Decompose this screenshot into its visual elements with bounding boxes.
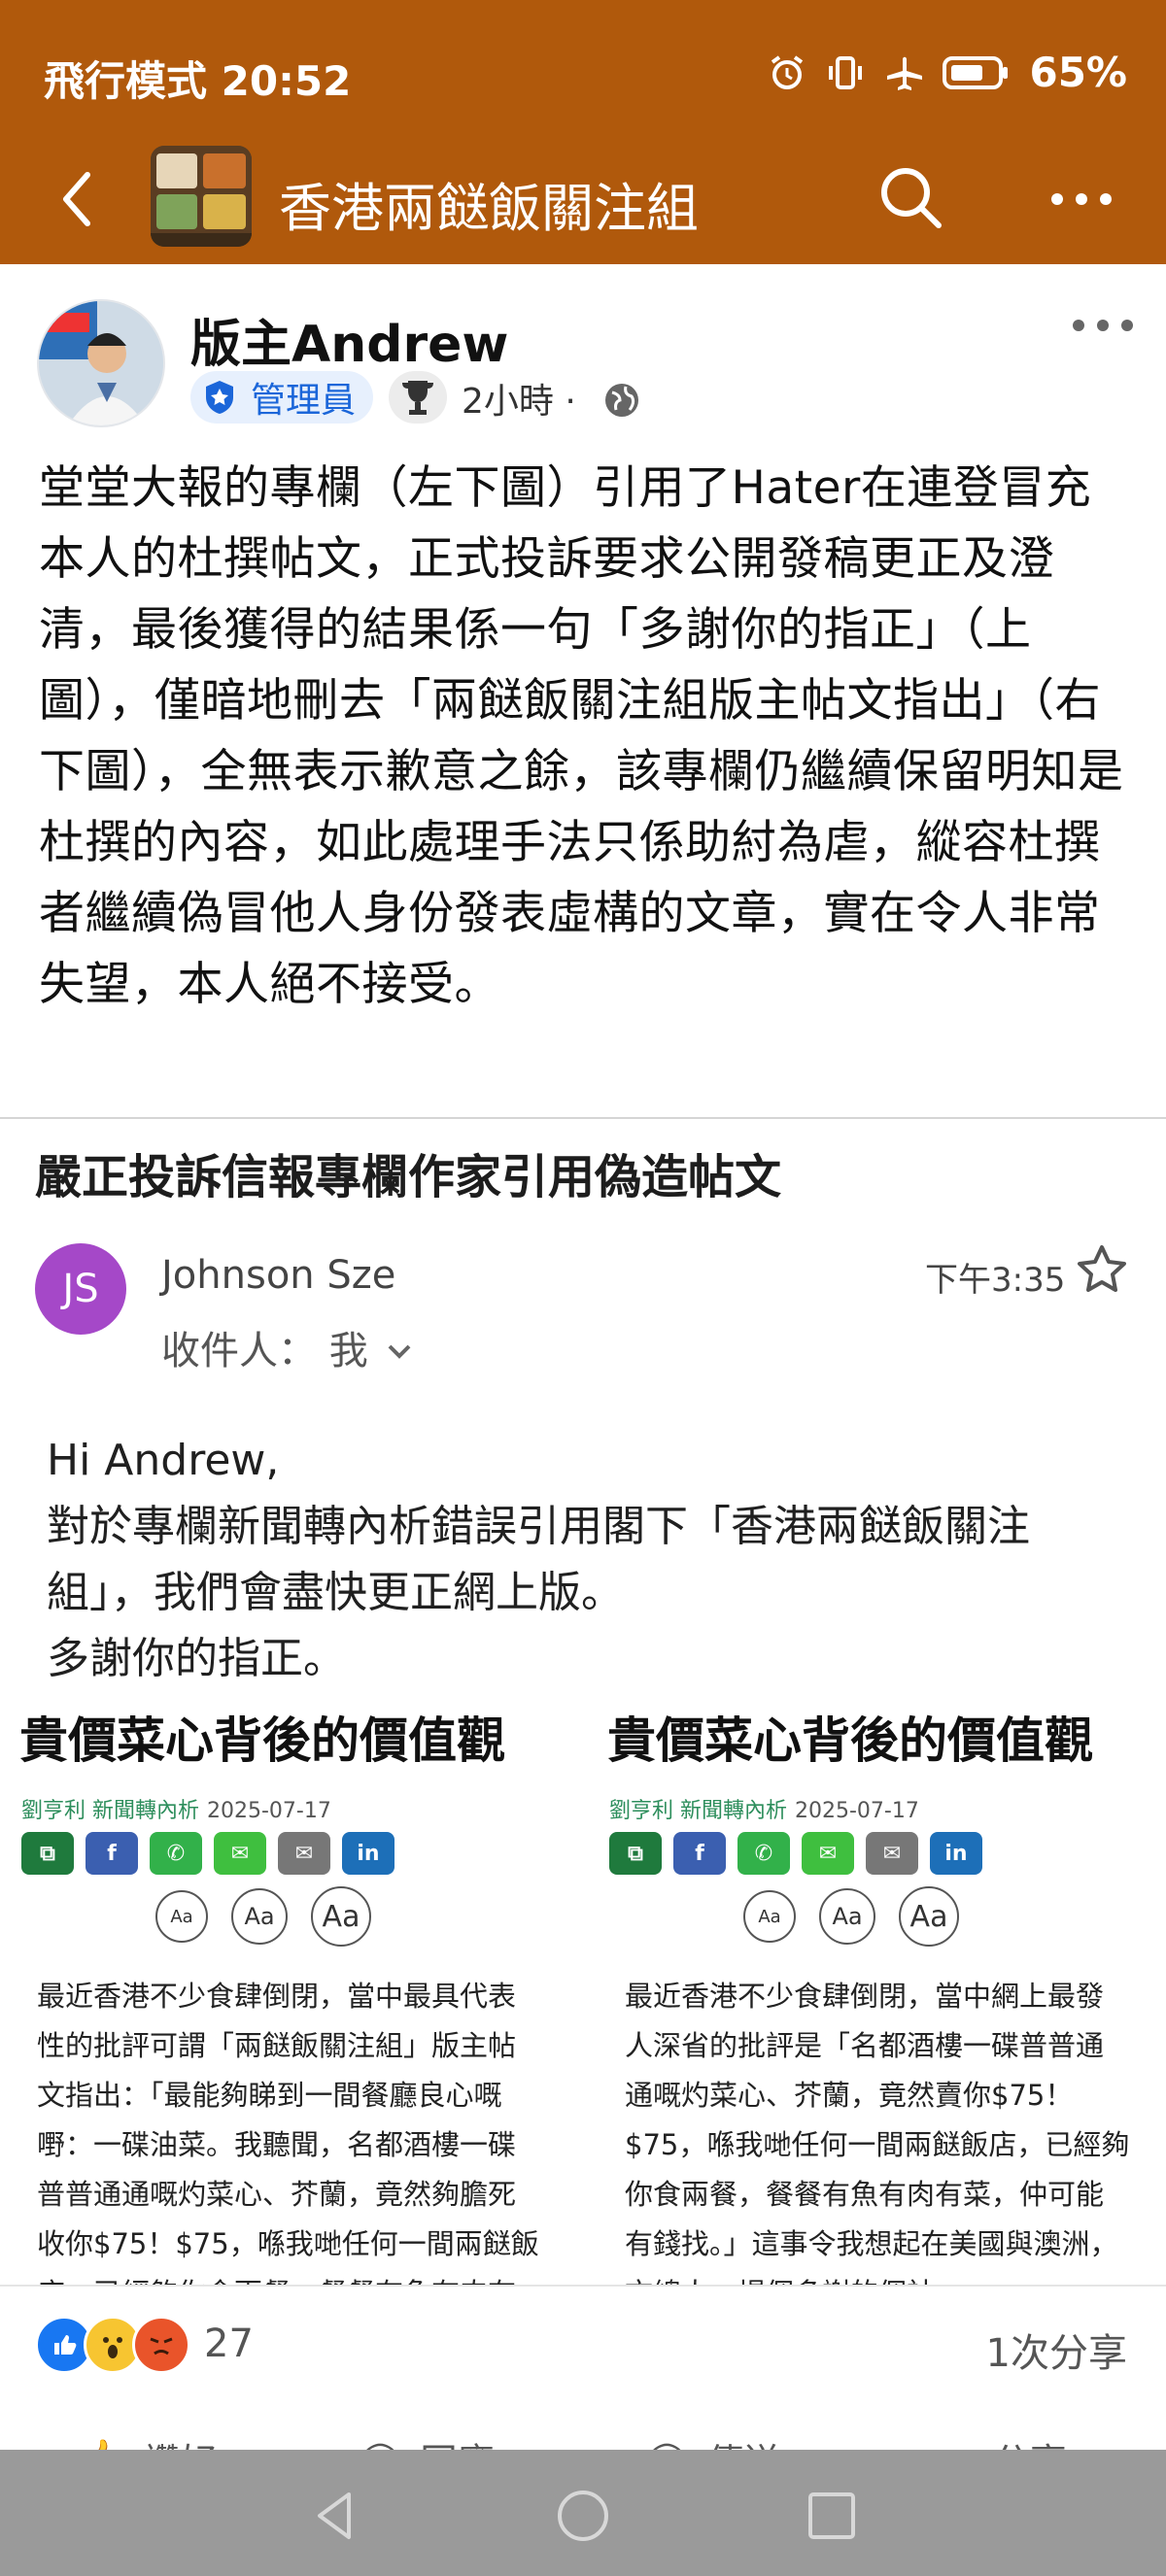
reaction-count[interactable]: 27 (204, 2322, 254, 2366)
email-body: Hi Andrew, 對於專欄新聞轉內析錯誤引用閣下「香港兩餸飯關注組」，我們會… (47, 1428, 1135, 1692)
back-icon[interactable] (49, 165, 107, 233)
email-recipient: 收件人： 我 (161, 1319, 419, 1375)
wechat-icon: ✉ (802, 1832, 854, 1875)
whatsapp-icon: ✆ (737, 1832, 790, 1875)
admin-badge-label: 管理員 (251, 381, 357, 421)
comment-button[interactable]: ◯回應 (360, 2432, 495, 2453)
chevron-down-icon (389, 1344, 411, 1359)
font-size-row: Aa Aa Aa (155, 1886, 371, 1947)
send-button[interactable]: ◯傳送 (646, 2432, 781, 2453)
post-header: 版主Andrew 管理員 2小時 · (0, 264, 1166, 439)
nav-recents-square-icon[interactable] (803, 2487, 861, 2545)
star-icon (1078, 1245, 1126, 1292)
email-body-line2: 多謝你的指正。 (47, 1634, 346, 1683)
status-left-text: 飛行模式 20:52 (44, 57, 352, 105)
share-label: 分享 (993, 2432, 1067, 2452)
font-medium-button: Aa (819, 1888, 875, 1945)
email-sender-avatar: JS (35, 1243, 126, 1335)
font-large-button: Aa (311, 1886, 371, 1947)
nav-back-triangle-icon[interactable] (306, 2487, 364, 2545)
system-navigation (0, 2450, 1166, 2576)
battery-percent: 65% (1029, 49, 1127, 96)
share-count[interactable]: 1次分享 (986, 2322, 1127, 2378)
nav-home-circle-icon[interactable] (554, 2487, 612, 2545)
post-time[interactable]: 2小時 · (462, 373, 576, 424)
globe-icon (605, 384, 638, 417)
font-size-row: Aa Aa Aa (743, 1886, 959, 1947)
article-meta: 劉亨利 新聞轉內析 2025-07-17 (609, 1793, 919, 1824)
copy-icon: ⧉ (609, 1832, 662, 1875)
vibrate-icon (829, 55, 863, 89)
share-row: ⧉ f ✆ ✉ ✉ in (21, 1832, 394, 1875)
airplane-icon (887, 56, 923, 90)
share-button[interactable]: ↪分享 (943, 2432, 1067, 2453)
email-icon: ✉ (278, 1832, 330, 1875)
status-right: 65% (767, 49, 1127, 96)
post-image[interactable]: 嚴正投訴信報專欄作家引用偽造帖文 JS Johnson Sze 收件人： 我 下… (0, 1119, 1166, 2285)
article-right: 貴價菜心背後的價值觀 劉亨利 新聞轉內析 2025-07-17 ⧉ f ✆ ✉ ✉… (588, 1702, 1161, 2285)
post-time-separator: · (565, 382, 576, 422)
font-small-button: Aa (743, 1890, 796, 1943)
font-medium-button: Aa (231, 1888, 288, 1945)
font-large-button: Aa (899, 1886, 959, 1947)
email-body-line1: 對於專欄新聞轉內析錯誤引用閣下「香港兩餸飯關注組」，我們會盡快更正網上版。 (47, 1502, 1030, 1617)
wechat-icon: ✉ (214, 1832, 266, 1875)
article-date: 2025-07-17 (207, 1799, 331, 1823)
email-subject: 嚴正投訴信報專欄作家引用偽造帖文 (35, 1150, 782, 1204)
trophy-badge (389, 371, 447, 424)
facebook-icon: f (673, 1832, 726, 1875)
author-avatar[interactable] (37, 299, 165, 427)
status-bar: 飛行模式 20:52 65% (0, 0, 1166, 146)
group-title: 香港兩餸飯關注組 (279, 178, 699, 239)
article-meta: 劉亨利 新聞轉內析 2025-07-17 (21, 1793, 331, 1824)
article-text: 最近香港不少食肆倒閉，當中網上最發人深省的批評是「名都酒樓一碟普普通通嘅灼菜心、… (625, 1980, 1130, 2285)
whatsapp-icon: ✆ (150, 1832, 202, 1875)
copy-icon: ⧉ (21, 1832, 74, 1875)
trophy-icon (402, 381, 433, 415)
article-column: 劉亨利 新聞轉內析 (609, 1799, 787, 1823)
post-time-text: 2小時 (462, 382, 554, 422)
send-label: 傳送 (707, 2432, 781, 2452)
article-text: 最近香港不少食肆倒閉，當中最具代表性的批評可謂「兩餸飯關注組」版主帖文指出：「最… (37, 1980, 539, 2285)
like-button[interactable]: 👍讚好 (78, 2432, 217, 2452)
alarm-icon (772, 54, 804, 89)
group-avatar[interactable] (151, 146, 252, 247)
email-to-label: 收件人： (161, 1329, 317, 1373)
article-date: 2025-07-17 (795, 1799, 919, 1823)
search-icon[interactable] (876, 163, 944, 231)
more-icon[interactable] (1047, 180, 1115, 219)
angry-icon (132, 2316, 190, 2374)
email-sender: Johnson Sze (161, 1253, 396, 1298)
comment-label: 回應 (421, 2432, 495, 2452)
email-to-value: 我 (328, 1329, 368, 1373)
post-options-icon[interactable] (1069, 311, 1137, 340)
like-label: 讚好 (143, 2432, 217, 2452)
email-greeting: Hi Andrew, (47, 1436, 280, 1485)
group-header: 香港兩餸飯關注組 (0, 136, 1166, 264)
article-left: 貴價菜心背後的價值觀 劉亨利 新聞轉內析 2025-07-17 ⧉ f ✆ ✉ ✉… (0, 1702, 573, 2285)
share-row: ⧉ f ✆ ✉ ✉ in (609, 1832, 982, 1875)
email-icon: ✉ (866, 1832, 918, 1875)
action-bar: 👍讚好 ◯回應 ◯傳送 ↪分享 (0, 2393, 1166, 2452)
article-title: 貴價菜心背後的價值觀 (607, 1712, 1093, 1769)
article-title: 貴價菜心背後的價值觀 (19, 1712, 505, 1769)
facebook-icon: f (86, 1832, 138, 1875)
font-small-button: Aa (155, 1890, 208, 1943)
reaction-icons (35, 2316, 190, 2374)
linkedin-icon: in (930, 1832, 982, 1875)
reactions-bar[interactable]: 27 1次分享 (0, 2285, 1166, 2395)
admin-shield-icon (206, 381, 233, 414)
email-time: 下午3:35 (925, 1261, 1066, 1300)
article-column: 劉亨利 新聞轉內析 (21, 1799, 199, 1823)
author-name[interactable]: 版主Andrew (190, 303, 508, 376)
admin-badge: 管理員 (190, 371, 374, 424)
linkedin-icon: in (342, 1832, 394, 1875)
battery-icon (943, 55, 1009, 89)
post-text: 堂堂大報的專欄（左下圖）引用了Hater在連登冒充本人的杜撰帖文，正式投訴要求公… (39, 461, 1124, 1011)
